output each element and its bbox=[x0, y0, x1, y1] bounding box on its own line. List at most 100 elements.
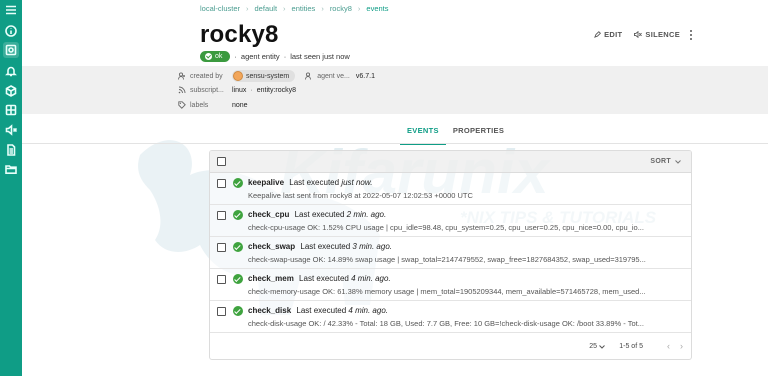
file-icon[interactable] bbox=[3, 142, 19, 158]
last-seen: last seen just now bbox=[290, 52, 350, 61]
agent-version-label: agent ve... bbox=[317, 72, 350, 80]
page-range: 1-5 of 5 bbox=[619, 343, 643, 350]
table-row[interactable]: check_swap Last executed 3 min. ago. che… bbox=[210, 237, 691, 269]
event-executed-when: 3 min. ago. bbox=[352, 242, 392, 251]
check-circle-icon bbox=[233, 274, 243, 284]
event-title: check_disk Last executed 4 min. ago. bbox=[248, 306, 388, 315]
events-list: SORT keepalive Last executed just now. K… bbox=[209, 150, 692, 360]
breadcrumb-separator: › bbox=[321, 4, 324, 13]
labels-value: none bbox=[232, 101, 248, 109]
entities-icon[interactable] bbox=[3, 102, 19, 118]
event-output: check-memory-usage OK: 61.38% memory usa… bbox=[248, 287, 646, 296]
event-check-name[interactable]: keepalive bbox=[248, 178, 284, 187]
breadcrumb-separator: › bbox=[283, 4, 286, 13]
check-circle-icon bbox=[233, 242, 243, 252]
mute-icon[interactable] bbox=[3, 122, 19, 138]
page-title: rocky8 bbox=[200, 21, 279, 48]
row-checkbox[interactable] bbox=[217, 275, 226, 284]
status-badge: ok bbox=[200, 51, 231, 62]
check-circle-icon bbox=[233, 210, 243, 220]
breadcrumb-namespace[interactable]: default bbox=[255, 4, 278, 13]
check-circle-icon bbox=[233, 178, 243, 188]
info-icon[interactable] bbox=[3, 23, 19, 39]
next-page-icon[interactable]: › bbox=[680, 341, 683, 351]
bullet: · bbox=[283, 52, 287, 61]
created-by-value: sensu-system bbox=[246, 72, 290, 80]
events-list-header: SORT bbox=[210, 151, 691, 173]
subscription-item[interactable]: entity:rocky8 bbox=[257, 87, 296, 94]
event-output: check-swap-usage OK: 14.89% swap usage |… bbox=[248, 255, 646, 264]
entity-class: agent entity bbox=[240, 52, 280, 61]
entity-actions: EDIT SILENCE bbox=[594, 30, 680, 39]
event-executed-prefix: Last executed bbox=[289, 178, 340, 187]
agent-icon bbox=[305, 72, 312, 80]
silence-label: SILENCE bbox=[645, 30, 680, 39]
rss-icon bbox=[178, 86, 186, 94]
sort-label: SORT bbox=[650, 158, 671, 165]
breadcrumb-entity[interactable]: rocky8 bbox=[330, 4, 352, 13]
labels-label: labels bbox=[190, 101, 209, 109]
menu-icon[interactable] bbox=[3, 2, 19, 18]
box-icon[interactable] bbox=[3, 83, 19, 99]
event-check-name[interactable]: check_cpu bbox=[248, 210, 289, 219]
subscriptions-label: subscript... bbox=[190, 86, 224, 94]
edit-label: EDIT bbox=[604, 30, 623, 39]
breadcrumb: local-cluster › default › entities › rocky8… bbox=[200, 4, 389, 13]
created-by-chip[interactable]: sensu-system bbox=[232, 70, 296, 82]
breadcrumb-cluster[interactable]: local-cluster bbox=[200, 4, 240, 13]
table-row[interactable]: keepalive Last executed just now. Keepal… bbox=[210, 173, 691, 205]
bullet: · bbox=[250, 86, 253, 94]
event-check-name[interactable]: check_mem bbox=[248, 274, 294, 283]
avatar bbox=[233, 71, 243, 81]
entity-status-line: ok · agent entity · last seen just now bbox=[200, 51, 350, 62]
event-executed-prefix: Last executed bbox=[299, 274, 349, 283]
check-circle-icon bbox=[233, 306, 243, 316]
breadcrumb-separator: › bbox=[246, 4, 249, 13]
created-by-label: created by bbox=[190, 72, 223, 80]
chevron-down-icon bbox=[599, 344, 605, 349]
table-row[interactable]: check_cpu Last executed 2 min. ago. chec… bbox=[210, 205, 691, 237]
breadcrumb-current: events bbox=[366, 4, 389, 13]
subscription-item[interactable]: linux bbox=[232, 87, 246, 94]
per-page-select[interactable]: 25 bbox=[589, 343, 605, 350]
event-title: check_cpu Last executed 2 min. ago. bbox=[248, 210, 386, 219]
bell-icon[interactable] bbox=[3, 63, 19, 79]
select-all-checkbox[interactable] bbox=[217, 157, 226, 166]
row-checkbox[interactable] bbox=[217, 179, 226, 188]
event-executed-when: 4 min. ago. bbox=[351, 274, 391, 283]
more-options-icon[interactable] bbox=[688, 29, 694, 41]
event-executed-prefix: Last executed bbox=[294, 210, 345, 219]
chevron-down-icon bbox=[675, 159, 681, 164]
table-row[interactable]: check_disk Last executed 4 min. ago. che… bbox=[210, 301, 691, 333]
dashboard-icon[interactable] bbox=[3, 42, 19, 58]
page-nav: ‹ › bbox=[667, 341, 683, 351]
event-output: Keepalive last sent from rocky8 at 2022-… bbox=[248, 191, 473, 200]
row-checkbox[interactable] bbox=[217, 307, 226, 316]
row-checkbox[interactable] bbox=[217, 211, 226, 220]
edit-button[interactable]: EDIT bbox=[594, 30, 622, 39]
agent-version-value: v6.7.1 bbox=[355, 72, 375, 80]
prev-page-icon[interactable]: ‹ bbox=[667, 341, 670, 351]
bullet: · bbox=[234, 52, 237, 61]
event-title: keepalive Last executed just now. bbox=[248, 178, 372, 187]
pencil-icon bbox=[594, 31, 602, 38]
per-page-value: 25 bbox=[589, 343, 597, 350]
tab-divider bbox=[22, 143, 768, 144]
folder-icon[interactable] bbox=[3, 161, 19, 177]
row-checkbox[interactable] bbox=[217, 243, 226, 252]
event-output: check-disk-usage OK: / 42.33% - Total: 1… bbox=[248, 319, 644, 328]
tag-icon bbox=[178, 101, 186, 109]
event-executed-when: 4 min. ago. bbox=[348, 306, 388, 315]
silence-button[interactable]: SILENCE bbox=[634, 30, 680, 39]
event-check-name[interactable]: check_disk bbox=[248, 306, 291, 315]
event-check-name[interactable]: check_swap bbox=[248, 242, 295, 251]
table-row[interactable]: check_mem Last executed 4 min. ago. chec… bbox=[210, 269, 691, 301]
event-title: check_mem Last executed 4 min. ago. bbox=[248, 274, 391, 283]
sort-button[interactable]: SORT bbox=[650, 158, 681, 165]
breadcrumb-entities[interactable]: entities bbox=[292, 4, 316, 13]
check-circle-icon bbox=[205, 53, 212, 60]
left-nav-rail bbox=[0, 0, 22, 376]
user-icon bbox=[178, 72, 185, 80]
status-badge-label: ok bbox=[215, 53, 223, 60]
breadcrumb-separator: › bbox=[357, 4, 361, 13]
